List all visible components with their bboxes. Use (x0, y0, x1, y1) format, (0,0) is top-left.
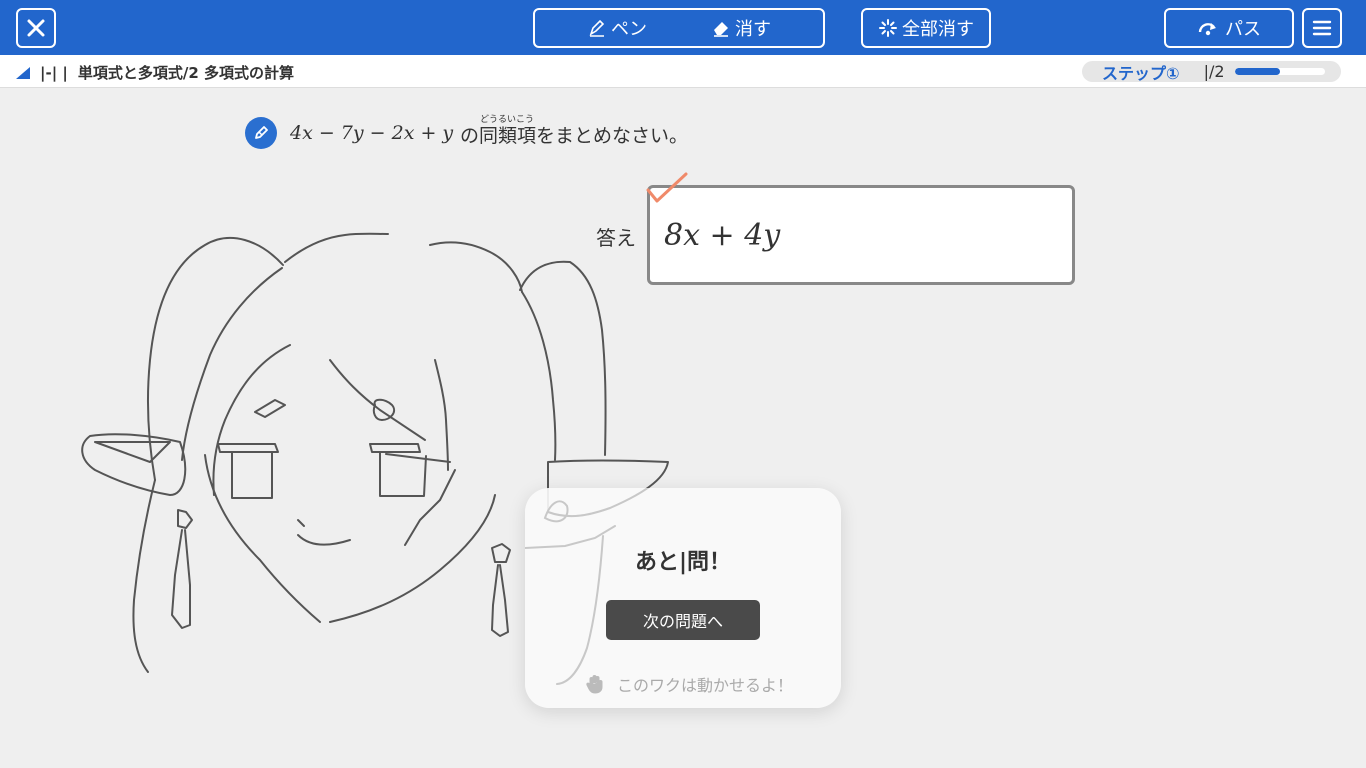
checkmark-stroke (646, 172, 688, 203)
next-question-button[interactable]: 次の問題へ (606, 600, 760, 640)
bangs (212, 344, 291, 496)
face-right (329, 494, 496, 623)
left-side-hair (132, 479, 156, 673)
hair-right-strand (521, 291, 557, 461)
mouth (297, 534, 351, 546)
next-question-popup[interactable]: あと|問！ 次の問題へ このワクは動かせるよ！ (525, 488, 841, 708)
hair-right-top (429, 241, 523, 293)
popup-hint: このワクは動かせるよ！ (585, 672, 793, 696)
hair-top (284, 232, 389, 263)
popup-hint-text: このワクは動かせるよ！ (617, 676, 794, 695)
bangs-right (434, 359, 449, 471)
popup-title: あと|問！ (634, 550, 732, 575)
ghost-ear (547, 488, 650, 518)
hair-left-inner (181, 267, 283, 461)
left-ear-inner (94, 441, 171, 463)
nose (297, 519, 305, 527)
right-eye (369, 443, 451, 497)
face-center-strand (404, 469, 456, 546)
hand-icon (586, 675, 603, 694)
right-earring (491, 543, 511, 637)
hair-clip-right (372, 398, 396, 421)
left-eye (217, 443, 279, 499)
hair-right-bun (519, 260, 607, 456)
ghost-line (525, 500, 616, 685)
left-earring (171, 509, 193, 629)
hair-clip-left (254, 399, 286, 418)
